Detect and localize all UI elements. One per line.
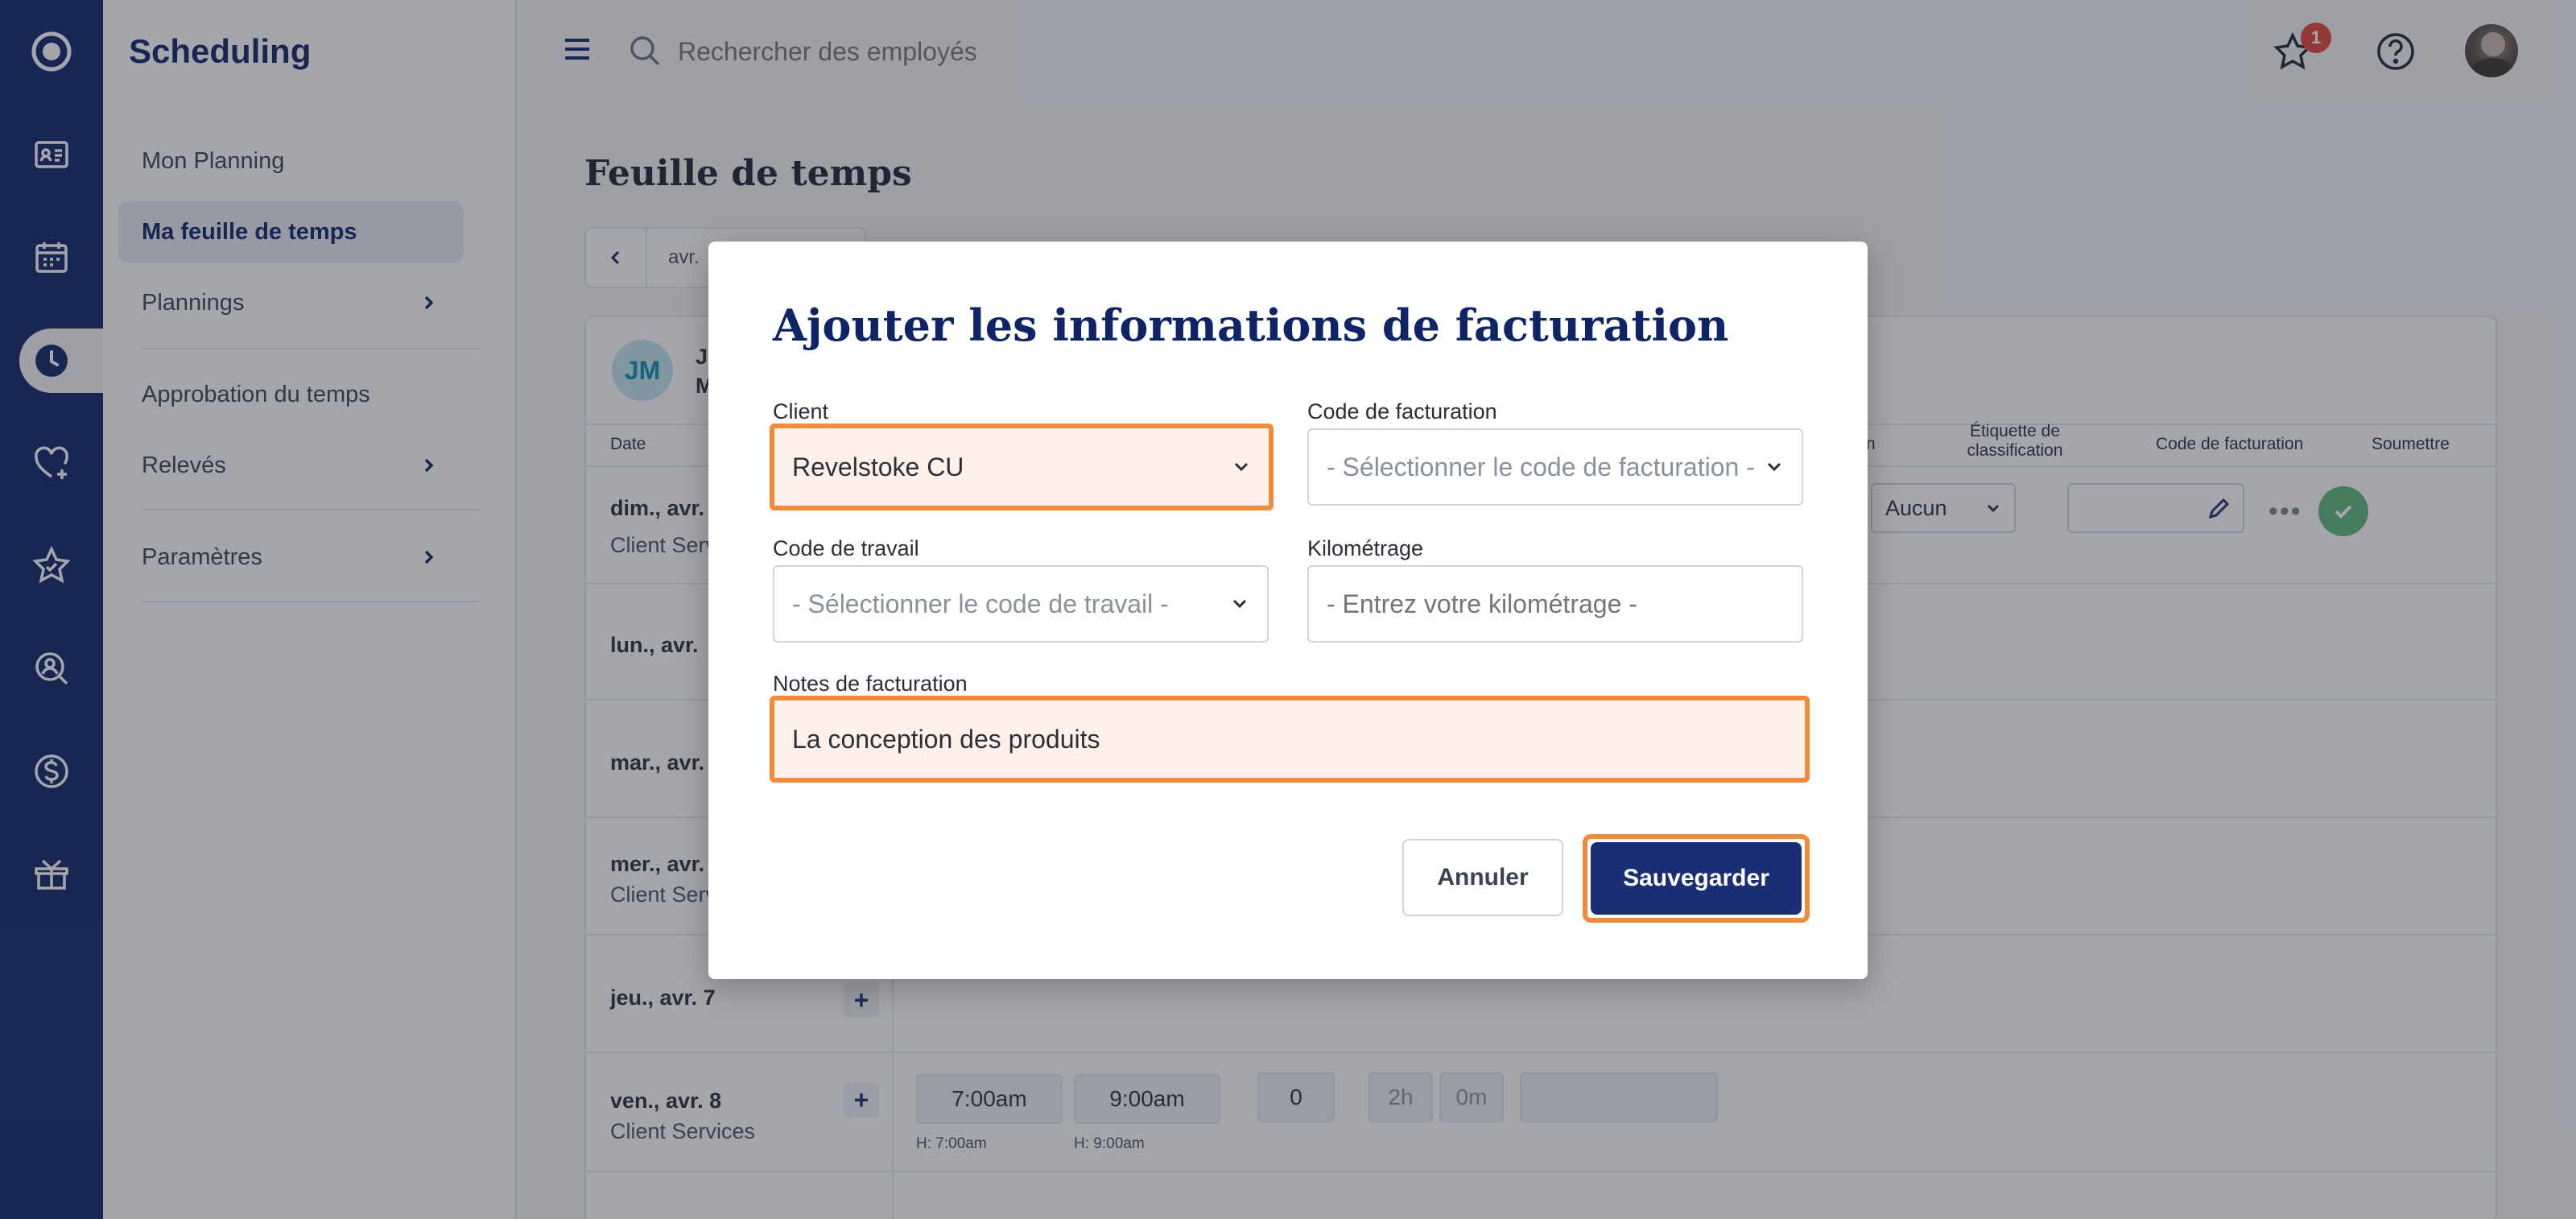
save-button-highlight: Sauvegarder <box>1583 834 1810 923</box>
chevron-down-icon <box>1767 462 1781 472</box>
work-code-label: Code de travail <box>773 536 919 560</box>
modal-title: Ajouter les informations de facturation <box>773 300 1729 351</box>
work-code-select[interactable]: - Sélectionner le code de travail - <box>773 565 1269 643</box>
billing-notes-label: Notes de facturation <box>773 671 968 696</box>
client-label: Client <box>773 399 829 424</box>
billing-code-select[interactable]: - Sélectionner le code de facturation - <box>1307 428 1803 506</box>
billing-code-placeholder: - Sélectionner le code de facturation - <box>1327 452 1755 481</box>
work-code-placeholder: - Sélectionner le code de travail - <box>792 589 1169 618</box>
save-button[interactable]: Sauvegarder <box>1591 842 1802 915</box>
chevron-down-icon <box>1232 599 1247 609</box>
client-select[interactable]: Revelstoke CU <box>770 424 1274 510</box>
billing-info-modal: Ajouter les informations de facturation … <box>708 242 1868 979</box>
client-value: Revelstoke CU <box>792 452 964 481</box>
save-button-label: Sauvegarder <box>1623 865 1769 891</box>
billing-code-label: Code de facturation <box>1307 399 1497 424</box>
cancel-button[interactable]: Annuler <box>1402 839 1563 916</box>
billing-notes-value: La conception des produits <box>792 724 1100 754</box>
billing-notes-input[interactable]: La conception des produits <box>770 696 1810 783</box>
mileage-label: Kilométrage <box>1307 536 1424 560</box>
chevron-down-icon <box>1234 462 1249 472</box>
mileage-input[interactable] <box>1307 565 1803 643</box>
cancel-button-label: Annuler <box>1437 864 1529 890</box>
